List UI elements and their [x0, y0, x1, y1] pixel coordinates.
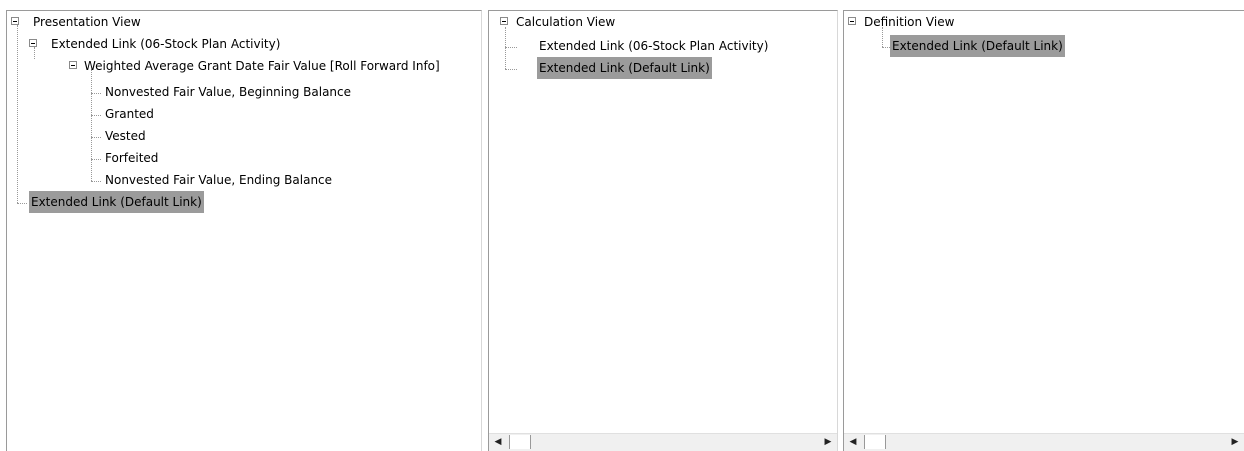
tree-node-presentation-view[interactable]: Presentation View: [11, 11, 143, 33]
tree-node-label[interactable]: Vested: [103, 125, 148, 147]
tree-connector: [505, 27, 506, 69]
tree-node-item[interactable]: Extended Link (06-Stock Plan Activity): [537, 35, 770, 57]
tree-node-label[interactable]: Calculation View: [514, 11, 617, 33]
tree-connector: [91, 115, 101, 116]
scroll-left-icon[interactable]: ◀: [490, 434, 506, 450]
scroll-thumb[interactable]: [864, 435, 886, 449]
scroll-right-icon[interactable]: ▶: [820, 434, 836, 450]
tree-node-label[interactable]: Definition View: [862, 11, 956, 33]
collapse-icon[interactable]: [69, 61, 77, 69]
tree-connector: [91, 159, 101, 160]
tree-node-weighted-average[interactable]: Weighted Average Grant Date Fair Value […: [69, 55, 442, 77]
tree-node-default-link[interactable]: Extended Link (Default Link): [29, 191, 204, 213]
tree-connector: [91, 93, 101, 94]
tree-node-label-selected[interactable]: Extended Link (Default Link): [29, 191, 204, 213]
definition-view-pane[interactable]: Definition View Extended Link (Default L…: [843, 10, 1244, 451]
horizontal-scrollbar[interactable]: ◀ ▶: [489, 433, 837, 451]
collapse-icon[interactable]: [11, 17, 19, 25]
tree-node-label[interactable]: Weighted Average Grant Date Fair Value […: [82, 55, 442, 77]
scroll-right-icon[interactable]: ▶: [1227, 434, 1243, 450]
tree-connector: [91, 181, 101, 182]
tree-node-label[interactable]: Extended Link (06-Stock Plan Activity): [49, 33, 282, 55]
collapse-icon[interactable]: [848, 17, 856, 25]
scroll-left-icon[interactable]: ◀: [845, 434, 861, 450]
tree-node-label[interactable]: Granted: [103, 103, 156, 125]
tree-node-label[interactable]: Extended Link (06-Stock Plan Activity): [537, 35, 770, 57]
tree-node-item[interactable]: Nonvested Fair Value, Beginning Balance: [103, 81, 353, 103]
tree-node-label[interactable]: Nonvested Fair Value, Ending Balance: [103, 169, 334, 191]
tree-node-label[interactable]: Forfeited: [103, 147, 160, 169]
tree-connector: [882, 47, 890, 48]
tree-node-label-selected[interactable]: Extended Link (Default Link): [537, 57, 712, 79]
tree-node-item[interactable]: Extended Link (Default Link): [537, 57, 712, 79]
tree-connector: [505, 47, 517, 48]
tree-node-item[interactable]: Nonvested Fair Value, Ending Balance: [103, 169, 334, 191]
tree-connector: [17, 203, 27, 204]
scroll-thumb[interactable]: [509, 435, 531, 449]
tree-connector: [91, 69, 92, 181]
horizontal-scrollbar[interactable]: ◀ ▶: [844, 433, 1244, 451]
tree-node-extended-link-stock[interactable]: Extended Link (06-Stock Plan Activity): [29, 33, 282, 55]
tree-connector: [17, 25, 18, 203]
tree-node-item[interactable]: Forfeited: [103, 147, 160, 169]
tree-node-item[interactable]: Vested: [103, 125, 148, 147]
tree-node-item[interactable]: Extended Link (Default Link): [890, 35, 1065, 57]
calculation-view-pane[interactable]: Calculation View Extended Link (06-Stock…: [488, 10, 838, 451]
tree-node-label[interactable]: Presentation View: [31, 11, 143, 33]
tree-node-item[interactable]: Granted: [103, 103, 156, 125]
tree-node-label[interactable]: Nonvested Fair Value, Beginning Balance: [103, 81, 353, 103]
tree-node-definition-view[interactable]: Definition View: [848, 11, 956, 33]
collapse-icon[interactable]: [500, 17, 508, 25]
tree-connector: [91, 137, 101, 138]
presentation-view-pane[interactable]: Presentation View Extended Link (06-Stoc…: [6, 10, 482, 451]
collapse-icon[interactable]: [29, 39, 37, 47]
tree-node-label-selected[interactable]: Extended Link (Default Link): [890, 35, 1065, 57]
tree-node-calculation-view[interactable]: Calculation View: [500, 11, 617, 33]
tree-connector: [505, 69, 517, 70]
